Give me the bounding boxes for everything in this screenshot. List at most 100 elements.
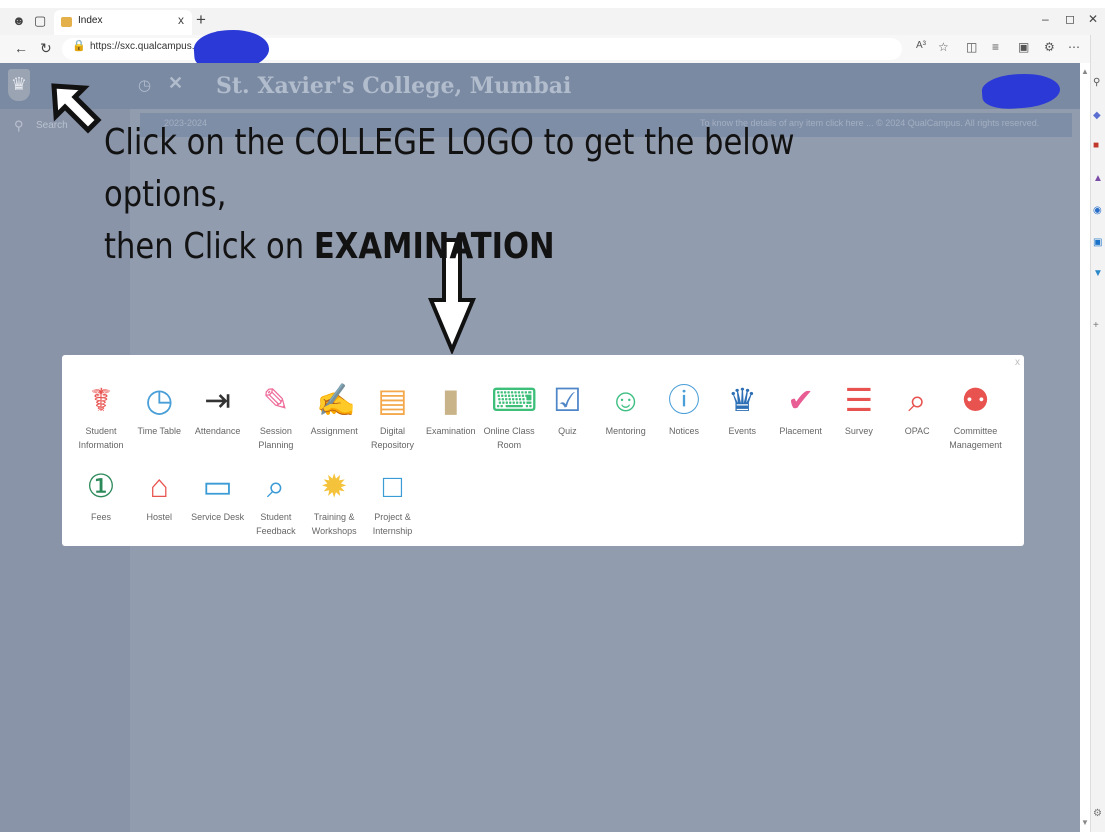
instruction-line-2: then Click on EXAMINATION — [104, 221, 920, 273]
group-icon: ⚉ — [961, 382, 990, 418]
option-mentoring[interactable]: ☺ Mentoring — [597, 382, 655, 438]
keyboard-icon: ⌨ — [491, 382, 538, 418]
instruction-line-1: Click on the COLLEGE LOGO to get the bel… — [104, 122, 795, 215]
checkbox-icon: ☑ — [553, 382, 582, 418]
search-icon: ⌕ — [266, 468, 285, 504]
option-label: Digital Repository — [370, 426, 415, 450]
option-time-table[interactable]: ◷ Time Table — [130, 382, 188, 438]
option-committee-management[interactable]: ⚉ Committee Management — [947, 382, 1005, 452]
option-label: Online Class Room — [483, 426, 535, 450]
document-icon: ▤ — [377, 382, 408, 418]
option-student-feedback[interactable]: ⌕ Student Feedback — [247, 468, 305, 538]
tools-cross-icon[interactable]: ✕ — [168, 73, 183, 94]
option-label: Committee Management — [949, 426, 1002, 450]
restore-icon[interactable]: ◻ — [1065, 12, 1075, 26]
browser-tab-bar: ☻ ▢ Index x + – ◻ ✕ — [0, 8, 1105, 35]
option-label: Fees — [90, 512, 111, 522]
option-survey[interactable]: ☰ Survey — [830, 382, 888, 438]
college-name: St. Xavier's College, Mumbai — [216, 73, 572, 99]
option-label: Student Information — [78, 426, 124, 450]
search-icon: ⌕ — [908, 382, 927, 418]
option-label: Mentoring — [605, 426, 646, 436]
star-badge-icon: ✹ — [320, 468, 348, 504]
option-opac[interactable]: ⌕ OPAC — [888, 382, 946, 438]
option-quiz[interactable]: ☑ Quiz — [538, 382, 596, 438]
clipboard-check-icon: ✔ — [787, 382, 814, 418]
option-student-information[interactable]: ☤ Student Information — [72, 382, 130, 452]
option-label: Quiz — [558, 426, 577, 436]
scroll-down-icon[interactable]: ▼ — [1081, 818, 1089, 827]
option-label: Assignment — [310, 426, 358, 436]
option-service-desk[interactable]: ▭ Service Desk — [189, 468, 247, 524]
tab-title: Index — [78, 15, 103, 26]
option-digital-repository[interactable]: ▤ Digital Repository — [364, 382, 422, 452]
favicon-icon — [61, 17, 72, 27]
close-window-icon[interactable]: ✕ — [1088, 12, 1098, 26]
profile-icon[interactable]: ☻ — [12, 13, 26, 28]
search-icon[interactable]: ⚲ — [1093, 77, 1100, 88]
option-label: Training & Workshops — [311, 512, 357, 536]
option-fees[interactable]: ① Fees — [72, 468, 130, 524]
users-icon: ☺ — [609, 382, 643, 418]
tools-icon[interactable]: ■ — [1093, 140, 1099, 151]
option-session-planning[interactable]: ✎ Session Planning — [247, 382, 305, 452]
new-tab-button[interactable]: + — [196, 10, 206, 30]
tab-actions-icon[interactable]: ▢ — [34, 13, 46, 29]
option-hostel[interactable]: ⌂ Hostel — [130, 468, 188, 524]
clock-icon: ◷ — [145, 382, 174, 418]
read-aloud-icon[interactable]: A³ — [916, 40, 926, 51]
modal-close-button[interactable]: x — [1015, 357, 1020, 368]
laptop-icon: □ — [382, 468, 403, 504]
refresh-icon[interactable]: ↻ — [40, 40, 52, 57]
sliders-icon: ☰ — [844, 382, 874, 418]
favorites-list-icon[interactable]: ≡ — [992, 40, 999, 54]
search-icon[interactable]: ⚲ — [14, 118, 24, 134]
extensions-icon[interactable]: ⚙ — [1044, 40, 1055, 54]
option-label: Examination — [426, 426, 476, 436]
tab-close-button[interactable]: x — [178, 13, 184, 27]
back-icon[interactable]: ← — [14, 40, 28, 56]
option-attendance[interactable]: ⇥ Attendance — [189, 382, 247, 438]
collections-icon[interactable]: ▣ — [1018, 40, 1029, 54]
option-assignment[interactable]: ✍ Assignment — [305, 382, 363, 438]
option-project-and-internship[interactable]: □ Project & Internship — [364, 468, 422, 538]
option-label: Hostel — [146, 512, 173, 522]
college-logo[interactable]: ♛ — [8, 69, 30, 101]
games-icon[interactable]: ▲ — [1093, 173, 1103, 184]
lock-icon[interactable]: 🔒 — [72, 39, 86, 52]
option-label: Survey — [844, 426, 873, 436]
options-modal: x ☤ Student Information ◷ Time Table ⇥ Attend… — [62, 355, 1024, 546]
instruction-text: Click on the COLLEGE LOGO to get the bel… — [104, 117, 920, 273]
instruction-prefix: then Click on — [104, 226, 314, 267]
outlook-icon[interactable]: ▣ — [1093, 237, 1102, 248]
option-notices[interactable]: ⓘ Notices — [655, 382, 713, 438]
alert-icon: ⓘ — [667, 382, 700, 418]
split-screen-icon[interactable]: ◫ — [966, 40, 977, 54]
browser-sidebar: ⚲ ◆ ■ ▲ ◉ ▣ ▼ + ⚙ — [1090, 35, 1105, 832]
option-label: Service Desk — [191, 512, 245, 522]
office-icon[interactable]: ◉ — [1093, 205, 1102, 216]
add-sidebar-icon[interactable]: + — [1093, 320, 1099, 331]
more-icon[interactable]: ⋯ — [1068, 40, 1080, 54]
enter-icon: ⇥ — [204, 382, 231, 418]
option-events[interactable]: ♛ Events — [713, 382, 771, 438]
minimize-icon[interactable]: – — [1042, 12, 1049, 26]
top-navbar: ♛ ◷ ✕ St. Xavier's College, Mumbai — [0, 63, 1080, 109]
instruction-emphasis: EXAMINATION — [313, 226, 555, 267]
option-placement[interactable]: ✔ Placement — [772, 382, 830, 438]
scroll-up-icon[interactable]: ▲ — [1081, 67, 1089, 76]
favorite-star-icon[interactable]: ☆ — [938, 40, 949, 54]
browser-tab[interactable]: Index x — [54, 10, 192, 35]
clipboard-icon: ▮ — [441, 382, 460, 418]
shopping-icon[interactable]: ◆ — [1093, 110, 1101, 121]
trophy-icon: ♛ — [727, 382, 757, 418]
person-icon: ☤ — [90, 382, 112, 418]
option-label: Events — [728, 426, 757, 436]
arrow-up-left-icon — [51, 83, 102, 134]
option-examination[interactable]: ▮ Examination — [422, 382, 480, 438]
settings-icon[interactable]: ⚙ — [1093, 808, 1102, 819]
option-online-class-room[interactable]: ⌨ Online Class Room — [480, 382, 538, 452]
option-training-and-workshops[interactable]: ✹ Training & Workshops — [305, 468, 363, 538]
clock-icon[interactable]: ◷ — [138, 76, 151, 94]
send-icon[interactable]: ▼ — [1093, 268, 1103, 279]
